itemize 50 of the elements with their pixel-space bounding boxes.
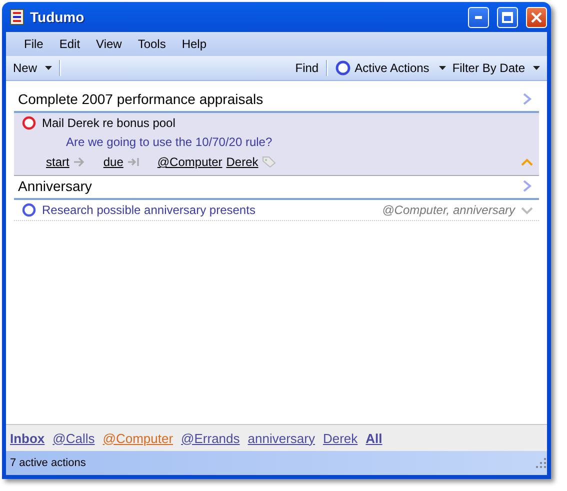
action-title: Mail Derek re bonus pool	[42, 116, 176, 130]
due-link[interactable]: due	[103, 155, 124, 169]
tag-filter-link[interactable]: anniversary	[248, 430, 315, 446]
close-button[interactable]	[526, 6, 547, 28]
chevron-icon[interactable]	[521, 157, 533, 167]
resize-grip-icon[interactable]	[536, 458, 547, 468]
chevron-icon[interactable]	[521, 93, 533, 105]
caret-icon	[533, 66, 540, 70]
tag-filter-link[interactable]: Derek	[322, 430, 358, 446]
action-item[interactable]: Research possible anniversary presents @Computer, anniversary	[14, 200, 539, 221]
window-title: Tudumo	[30, 9, 84, 25]
caret-icon	[439, 66, 446, 70]
caret-icon	[45, 66, 52, 70]
status-ring-icon[interactable]	[22, 203, 36, 217]
chevron-icon[interactable]	[521, 180, 533, 192]
action-item[interactable]: Mail Derek re bonus pool Are we going to use the 10/70/20 rule? start due @Computer Derek	[14, 113, 539, 176]
status-text: 7 active actions	[10, 457, 86, 469]
status-ring-icon[interactable]	[22, 116, 36, 130]
view-dropdown[interactable]: Active Actions	[332, 58, 450, 78]
app-icon	[10, 9, 24, 25]
find-button[interactable]: Find	[292, 59, 322, 77]
ring-icon	[334, 60, 351, 76]
menu-item[interactable]: File	[18, 37, 54, 51]
tag-filter-link[interactable]: All	[366, 430, 382, 446]
maximize-button[interactable]	[497, 6, 518, 28]
project-title: Complete 2007 performance appraisals	[18, 91, 264, 107]
tag-link[interactable]: @Computer	[157, 155, 222, 169]
filter-dropdown[interactable]: Filter By Date	[449, 59, 543, 77]
project-title: Anniversary	[18, 178, 92, 194]
minimize-icon	[474, 16, 482, 18]
new-button[interactable]: New	[10, 59, 56, 77]
arrow-to-bar-icon	[127, 157, 140, 167]
tag-filter-link[interactable]: Inbox	[10, 430, 45, 446]
menu-item[interactable]: Help	[176, 37, 217, 51]
action-tags: @Computer, anniversary	[382, 203, 515, 217]
tag-icon[interactable]	[262, 156, 276, 168]
menu-item[interactable]: Tools	[132, 37, 176, 51]
arrow-icon	[73, 157, 86, 167]
action-note: Are we going to use the 10/70/20 rule?	[65, 134, 274, 151]
minimize-button[interactable]	[468, 6, 489, 28]
close-icon	[531, 12, 542, 22]
tag-filter-link[interactable]: @Errands	[181, 430, 240, 446]
chevron-icon[interactable]	[521, 205, 533, 215]
tag-link[interactable]: Derek	[226, 155, 258, 169]
menu-item[interactable]: Edit	[53, 37, 90, 51]
action-title: Research possible anniversary presents	[42, 203, 256, 217]
tag-filter-link[interactable]: @Calls	[52, 430, 95, 446]
maximize-icon	[502, 12, 513, 22]
menu-item[interactable]: View	[90, 37, 132, 51]
start-link[interactable]: start	[46, 155, 70, 169]
